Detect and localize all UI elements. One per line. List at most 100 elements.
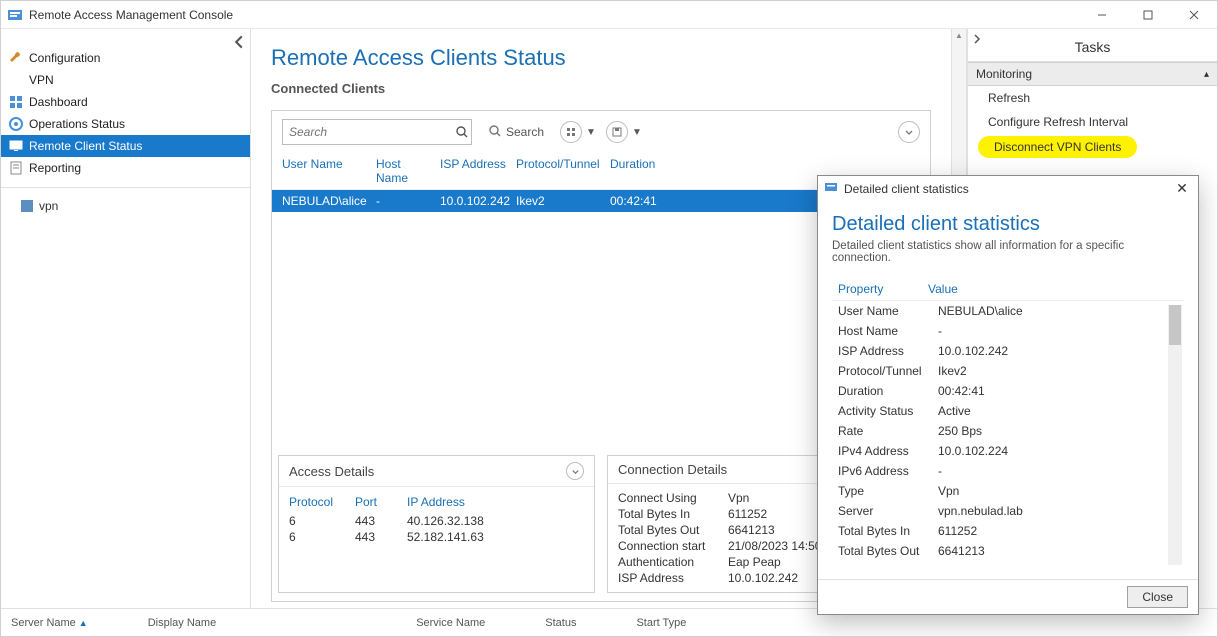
app-icon xyxy=(7,7,23,23)
col: Start Type xyxy=(636,617,686,629)
minimize-button[interactable] xyxy=(1079,1,1125,29)
cell-host: - xyxy=(376,194,436,208)
tasks-section-monitoring[interactable]: Monitoring ▴ xyxy=(968,62,1217,86)
filter-button[interactable] xyxy=(560,121,582,143)
col-port[interactable]: Port xyxy=(355,495,395,509)
col-property[interactable]: Property xyxy=(838,282,928,296)
search-button[interactable]: Search xyxy=(482,122,550,143)
nav-item-dashboard[interactable]: Dashboard xyxy=(1,91,250,113)
stat-row: Activity StatusActive xyxy=(832,401,1184,421)
panel-title: Connection Details xyxy=(618,462,727,477)
cell-user: NEBULAD\alice xyxy=(282,194,372,208)
close-button[interactable]: Close xyxy=(1127,586,1188,608)
col-protocol[interactable]: Protocol/Tunnel xyxy=(516,157,606,185)
scroll-up-icon[interactable]: ▲ xyxy=(955,29,963,42)
col-value[interactable]: Value xyxy=(928,282,1178,296)
dialog-heading: Detailed client statistics xyxy=(832,213,1184,236)
stat-row: Duration00:42:41 xyxy=(832,381,1184,401)
tasks-expand-icon[interactable] xyxy=(972,33,982,47)
stat-row: IPv4 Address10.0.102.224 xyxy=(832,441,1184,461)
operations-icon xyxy=(9,117,23,131)
col: Display Name xyxy=(148,617,216,629)
tasks-title: Tasks xyxy=(968,33,1217,62)
dialog-titlebar[interactable]: Detailed client statistics ✕ xyxy=(818,176,1198,201)
nav-label: Dashboard xyxy=(29,95,88,109)
stats-header: Property Value xyxy=(832,278,1184,301)
detailed-client-statistics-dialog: Detailed client statistics ✕ Detailed cl… xyxy=(817,175,1199,615)
nav-label: Remote Client Status xyxy=(29,139,142,153)
stat-row: TypeVpn xyxy=(832,481,1184,501)
wrench-icon xyxy=(9,51,23,65)
nav-item-configuration[interactable]: Configuration xyxy=(1,47,250,69)
cell-proto: Ikev2 xyxy=(516,194,606,208)
nav-item-vpn[interactable]: VPN xyxy=(1,69,250,91)
scrollbar[interactable] xyxy=(1168,305,1182,565)
toolbar: Search ▼ ▼ xyxy=(272,111,930,153)
nav-label: Configuration xyxy=(29,51,100,65)
stat-row: ISP Address10.0.102.242 xyxy=(832,341,1184,361)
dashboard-icon xyxy=(9,95,23,109)
col: Service Name xyxy=(416,617,485,629)
nav-label: Operations Status xyxy=(29,117,125,131)
col-ip-address[interactable]: IP Address xyxy=(407,495,527,509)
stats-body: User NameNEBULAD\alice Host Name- ISP Ad… xyxy=(832,301,1184,569)
stat-row: Rate250 Bps xyxy=(832,421,1184,441)
panel-title: Access Details xyxy=(289,464,374,479)
task-refresh[interactable]: Refresh xyxy=(968,86,1217,110)
col-user-name[interactable]: User Name xyxy=(282,157,372,185)
cell-isp: 10.0.102.242 xyxy=(440,194,512,208)
highlight-annotation: Disconnect VPN Clients xyxy=(978,136,1137,158)
page-title: Remote Access Clients Status xyxy=(271,45,931,71)
dialog-icon xyxy=(824,180,838,197)
maximize-button[interactable] xyxy=(1125,1,1171,29)
search-input-box xyxy=(282,119,472,145)
report-icon xyxy=(9,161,23,175)
search-go-icon[interactable] xyxy=(452,125,471,139)
cell-dur: 00:42:41 xyxy=(610,194,680,208)
task-configure-refresh-interval[interactable]: Configure Refresh Interval xyxy=(968,110,1217,134)
col-host-name[interactable]: Host Name xyxy=(376,157,436,185)
nav-item-remote-client-status[interactable]: Remote Client Status xyxy=(1,135,250,157)
server-tree-item[interactable]: vpn xyxy=(1,196,250,216)
nav-label: Reporting xyxy=(29,161,81,175)
stat-row: Total Bytes Out6641213 xyxy=(832,541,1184,561)
col-duration[interactable]: Duration xyxy=(610,157,680,185)
col-isp-address[interactable]: ISP Address xyxy=(440,157,512,185)
stat-row: User NameNEBULAD\alice xyxy=(832,301,1184,321)
search-button-label: Search xyxy=(506,125,544,139)
dialog-close-button[interactable]: ✕ xyxy=(1172,180,1192,197)
nav-collapse-icon[interactable] xyxy=(232,35,246,49)
col: Status xyxy=(545,617,576,629)
close-window-button[interactable] xyxy=(1171,1,1217,29)
collapse-icon[interactable] xyxy=(566,462,584,480)
chevron-up-icon: ▴ xyxy=(1204,69,1209,80)
app-window: Remote Access Management Console Configu… xyxy=(0,0,1218,637)
dialog-subtitle: Detailed client statistics show all info… xyxy=(832,240,1184,264)
nav-label: VPN xyxy=(29,73,54,87)
stat-row: Servervpn.nebulad.lab xyxy=(832,501,1184,521)
title-bar: Remote Access Management Console xyxy=(1,1,1217,29)
server-icon xyxy=(21,200,33,212)
search-icon xyxy=(488,124,502,141)
col-protocol[interactable]: Protocol xyxy=(289,495,343,509)
access-details-panel: Access Details Protocol Port IP Address … xyxy=(278,455,595,593)
monitor-icon xyxy=(9,139,23,153)
search-input[interactable] xyxy=(283,125,452,139)
page-subtitle: Connected Clients xyxy=(271,81,931,96)
access-row[interactable]: 6 443 52.182.141.63 xyxy=(289,529,584,545)
access-row[interactable]: 6 443 40.126.32.138 xyxy=(289,513,584,529)
expand-button[interactable] xyxy=(898,121,920,143)
chevron-down-icon[interactable]: ▼ xyxy=(586,127,596,138)
stat-row: Protocol/TunnelIkev2 xyxy=(832,361,1184,381)
dialog-title: Detailed client statistics xyxy=(844,182,1166,196)
server-label: vpn xyxy=(39,199,58,213)
app-title: Remote Access Management Console xyxy=(29,8,233,22)
col: Server Name▲ xyxy=(11,617,88,629)
nav-item-reporting[interactable]: Reporting xyxy=(1,157,250,179)
save-query-button[interactable] xyxy=(606,121,628,143)
scrollbar-thumb[interactable] xyxy=(1169,305,1181,345)
chevron-down-icon[interactable]: ▼ xyxy=(632,127,642,138)
nav-item-operations-status[interactable]: Operations Status xyxy=(1,113,250,135)
task-disconnect-vpn-clients[interactable]: Disconnect VPN Clients xyxy=(968,134,1217,160)
stat-row: Total Bytes In611252 xyxy=(832,521,1184,541)
